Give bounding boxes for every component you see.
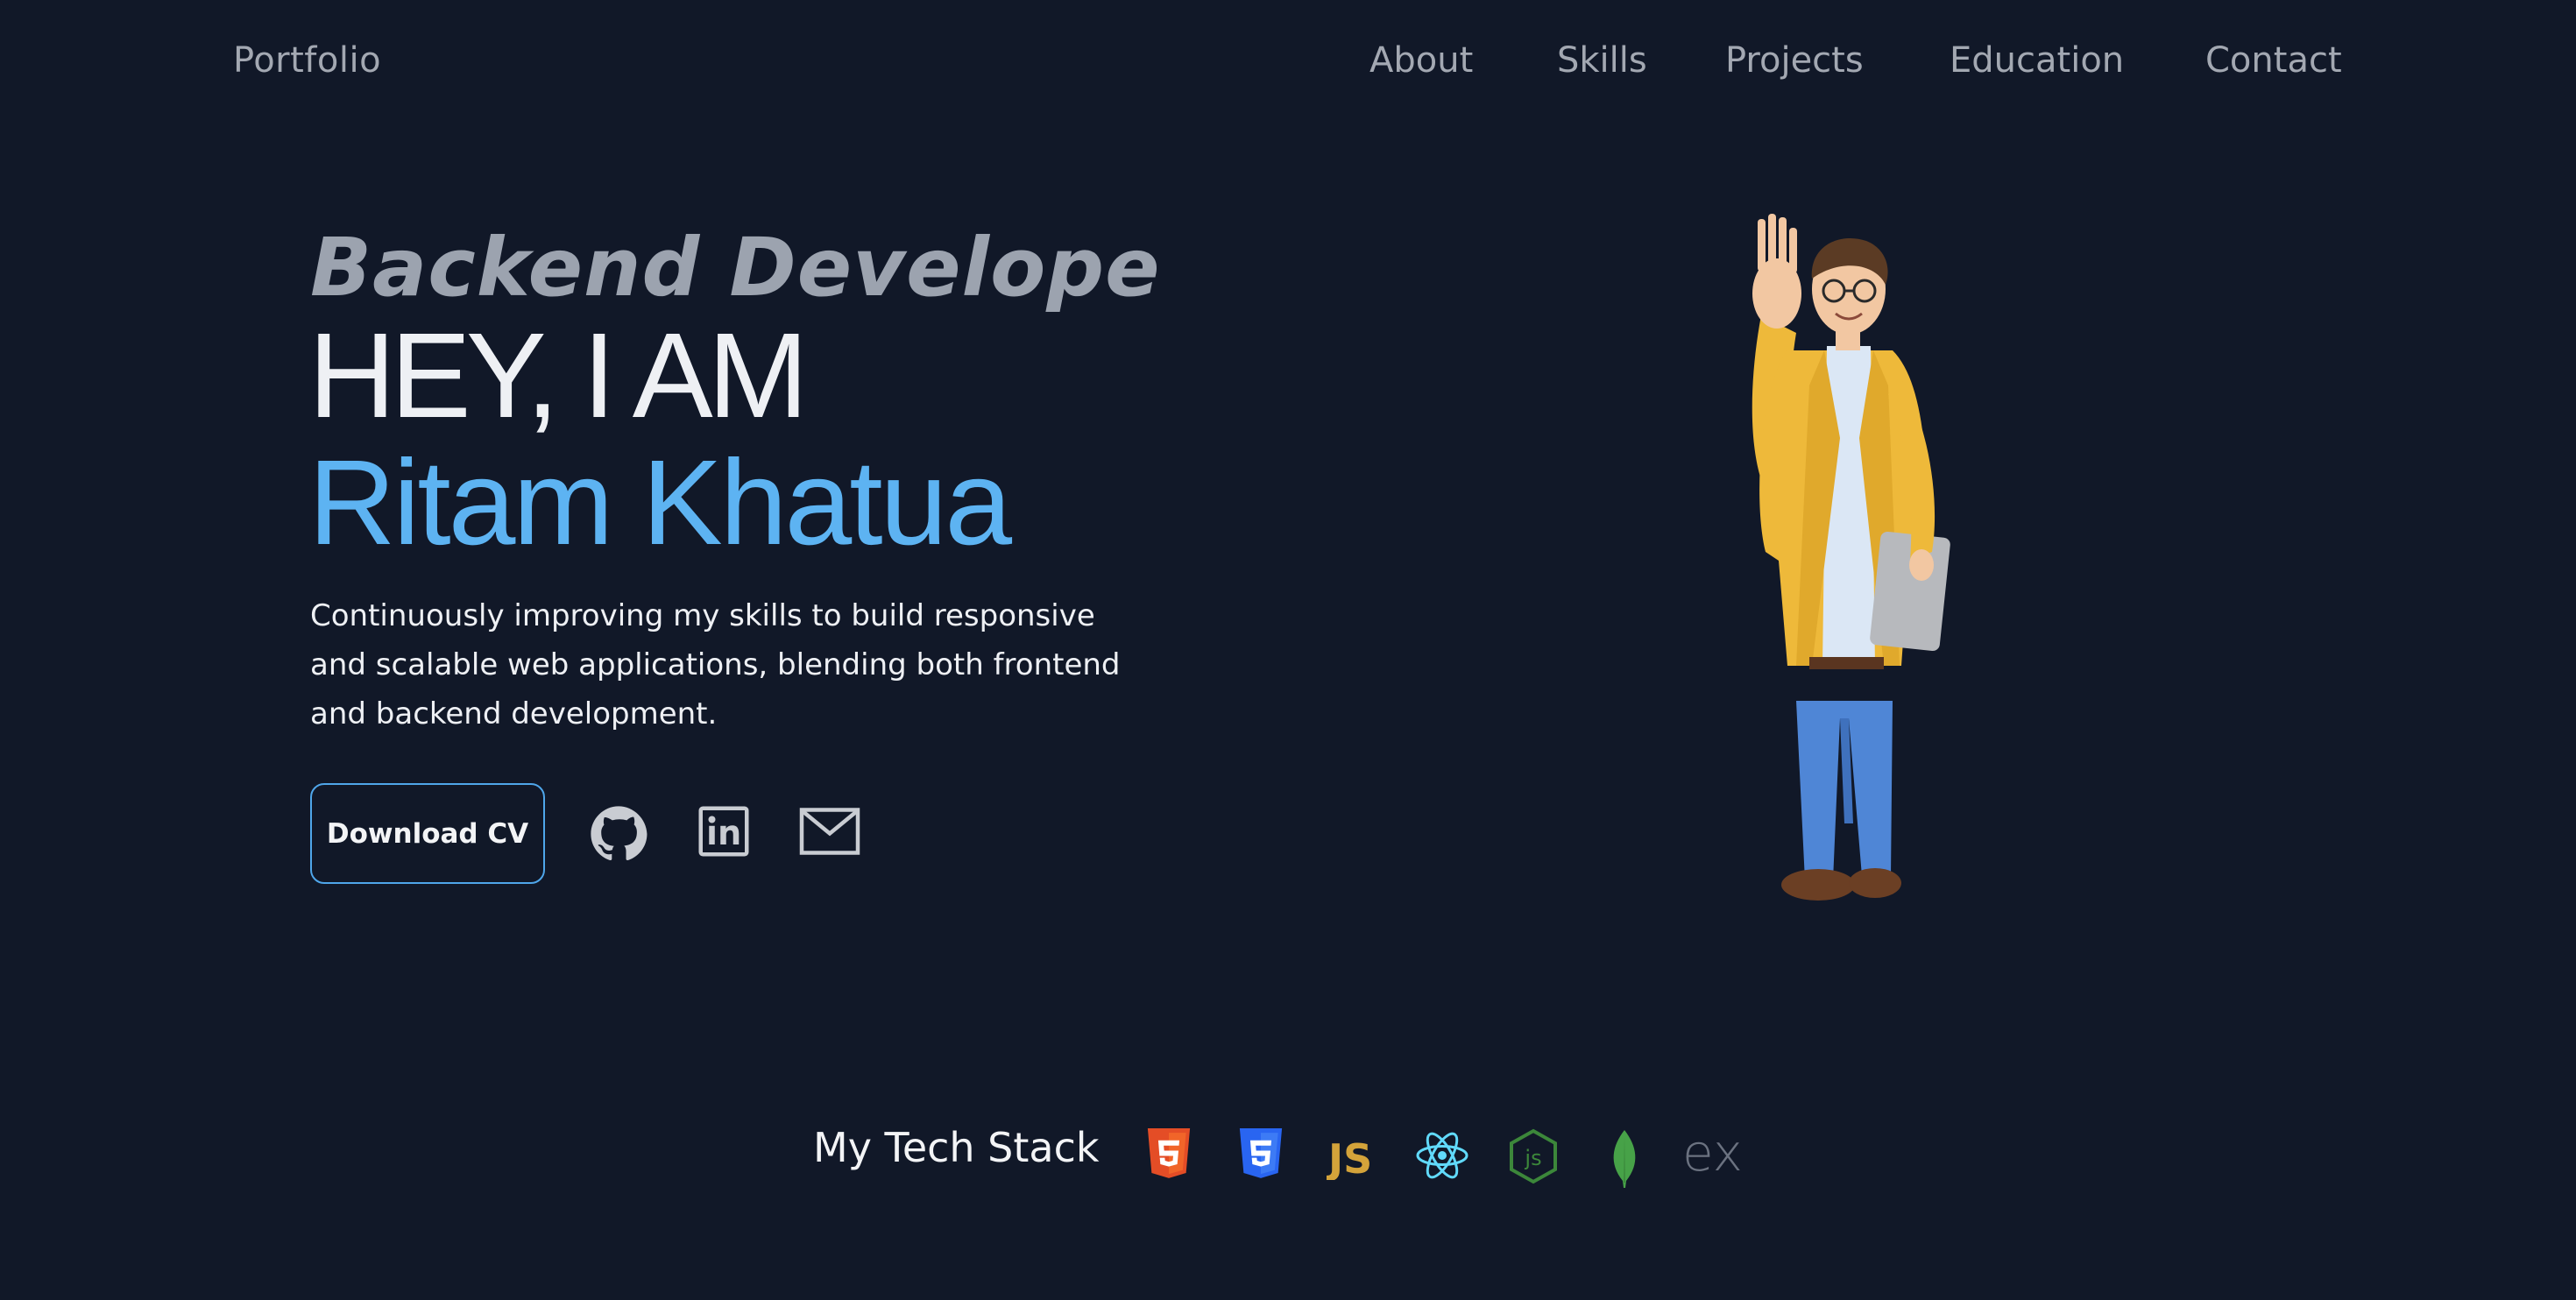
nodejs-label: js [1524,1146,1541,1170]
react-icon [1416,1132,1468,1179]
css3-icon [1239,1128,1283,1178]
express-icon: ex [1682,1125,1743,1181]
mail-link[interactable] [799,806,860,857]
javascript-label: JS [1327,1135,1372,1180]
nav-link-about[interactable]: About [1369,40,1473,81]
tech-stack-title: My Tech Stack [813,1124,1100,1171]
hero-name: Ritam Khatua [308,435,1012,570]
hero-greeting: HEY, I AM [308,308,809,443]
waving-developer-illustration [1752,214,1950,901]
nav-link-contact[interactable]: Contact [2205,40,2342,81]
tech-item-nodejs: js [1508,1128,1559,1184]
linkedin-icon [698,806,749,857]
tech-item-react [1413,1128,1471,1183]
nav-link-projects[interactable]: Projects [1725,40,1864,81]
nodejs-icon: js [1510,1128,1557,1184]
download-cv-button[interactable]: Download CV [310,783,545,884]
html5-icon [1147,1128,1191,1178]
hero-role: Backend Develope [310,221,1161,314]
javascript-icon: JS [1327,1135,1372,1180]
github-icon [591,806,648,861]
tech-item-javascript: JS [1327,1131,1379,1180]
main-nav: About Skills Projects Education Contact [0,40,2576,89]
mail-icon [799,808,860,855]
express-label: ex [1682,1125,1743,1181]
mongodb-icon [1613,1130,1636,1188]
github-link[interactable] [590,805,648,863]
tech-item-css3 [1236,1128,1285,1183]
nav-link-skills[interactable]: Skills [1557,40,1647,81]
tech-item-mongodb [1607,1128,1642,1190]
tech-item-express: ex [1681,1125,1751,1181]
nav-link-education[interactable]: Education [1950,40,2124,81]
hero-description: Continuously improving my skills to buil… [310,598,1121,731]
linkedin-link[interactable] [697,805,750,858]
tech-item-html5 [1144,1128,1193,1183]
